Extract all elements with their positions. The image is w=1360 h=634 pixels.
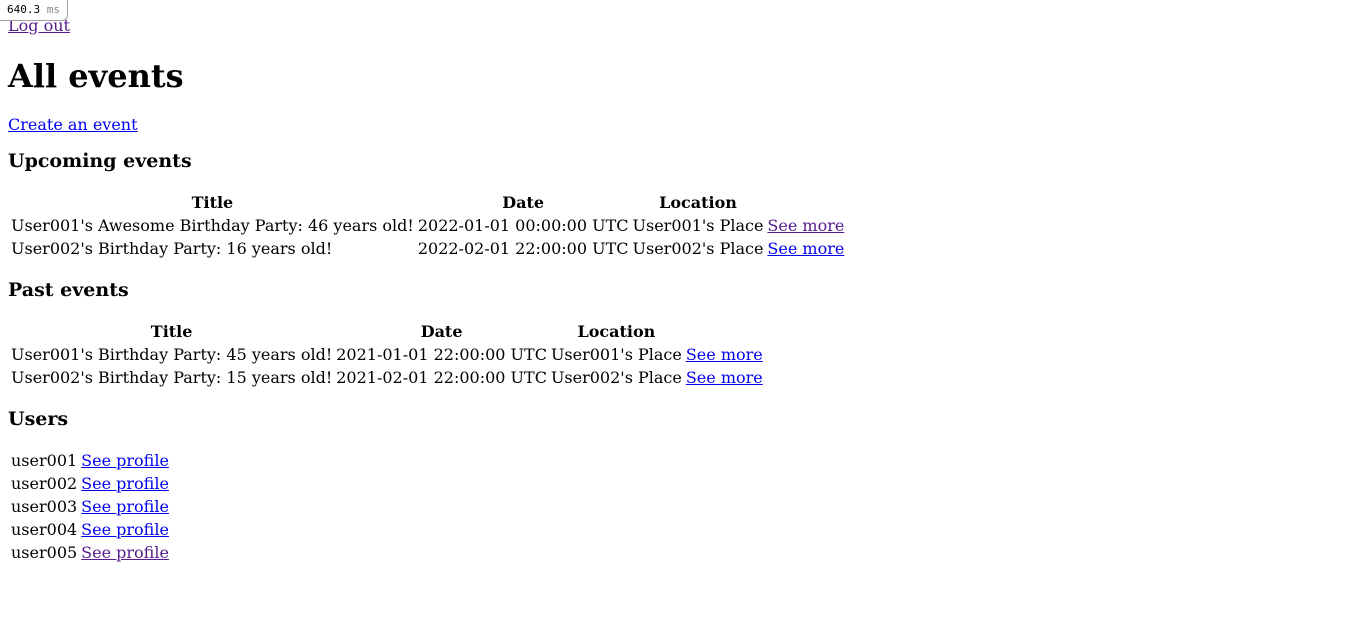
event-date: 2022-02-01 22:00:00 UTC [417,239,629,258]
event-title: User001's Awesome Birthday Party: 46 yea… [11,216,414,235]
table-row: user004 See profile [10,519,170,540]
profile-link-cell: See profile [80,473,170,494]
see-more-link[interactable]: See more [767,216,844,235]
event-date: 2022-01-01 00:00:00 UTC [417,216,629,235]
event-title: User002's Birthday Party: 16 years old! [11,239,333,258]
see-profile-link[interactable]: See profile [81,474,169,493]
users-heading: Users [8,408,69,430]
table-header-row: Title Date Location [10,321,764,342]
column-header-action [685,321,764,342]
upcoming-events-heading: Upcoming events [8,150,192,172]
event-location: User002's Place [550,368,682,387]
profile-link-cell: See profile [80,519,170,540]
see-more-link[interactable]: See more [686,345,763,364]
timing-unit: ms [46,3,60,16]
see-profile-link[interactable]: See profile [81,451,169,470]
username: user004 [11,520,78,539]
page-title: All events [8,57,184,95]
see-more-link[interactable]: See more [686,368,763,387]
create-event-container: Create an event [8,115,1352,134]
event-location: User002's Place [632,239,764,258]
timing-badge: 640.3 ms [0,0,68,21]
event-link-cell: See more [766,238,845,259]
page-body: Log out All events Create an event Upcom… [0,0,1360,565]
column-header-title: Title [150,322,193,341]
table-row: User001's Awesome Birthday Party: 46 yea… [10,215,845,236]
create-event-link[interactable]: Create an event [8,115,138,134]
profile-link-cell: See profile [80,496,170,517]
table-row: User002's Birthday Party: 15 years old! … [10,367,764,388]
profile-link-cell: See profile [80,542,170,563]
event-link-cell: See more [685,367,764,388]
see-profile-link[interactable]: See profile [81,497,169,516]
timing-value: 640.3 [7,3,41,16]
users-table: user001 See profile user002 See profile … [8,448,172,565]
username: user005 [11,543,78,562]
event-title: User002's Birthday Party: 15 years old! [11,368,333,387]
past-events-table: Title Date Location User001's Birthday P… [8,319,766,390]
table-row: user005 See profile [10,542,170,563]
event-date: 2021-01-01 22:00:00 UTC [336,345,547,364]
username: user003 [11,497,78,516]
see-profile-link[interactable]: See profile [81,543,169,562]
past-events-heading: Past events [8,279,129,301]
table-row: user001 See profile [10,450,170,471]
upcoming-events-table: Title Date Location User001's Awesome Bi… [8,190,847,261]
username: user001 [11,451,78,470]
column-header-action [766,192,845,213]
table-row: user002 See profile [10,473,170,494]
column-header-location: Location [577,322,656,341]
logout-container: Log out [8,0,1352,36]
column-header-date: Date [502,193,545,212]
event-date: 2021-02-01 22:00:00 UTC [336,368,547,387]
table-row: user003 See profile [10,496,170,517]
profile-link-cell: See profile [80,450,170,471]
username: user002 [11,474,78,493]
table-row: User002's Birthday Party: 16 years old! … [10,238,845,259]
event-location: User001's Place [632,216,764,235]
event-location: User001's Place [550,345,682,364]
column-header-location: Location [659,193,737,212]
column-header-title: Title [191,193,234,212]
event-title: User001's Birthday Party: 45 years old! [11,345,333,364]
see-profile-link[interactable]: See profile [81,520,169,539]
column-header-date: Date [420,322,463,341]
see-more-link[interactable]: See more [767,239,844,258]
event-link-cell: See more [685,344,764,365]
table-row: User001's Birthday Party: 45 years old! … [10,344,764,365]
table-header-row: Title Date Location [10,192,845,213]
event-link-cell: See more [766,215,845,236]
